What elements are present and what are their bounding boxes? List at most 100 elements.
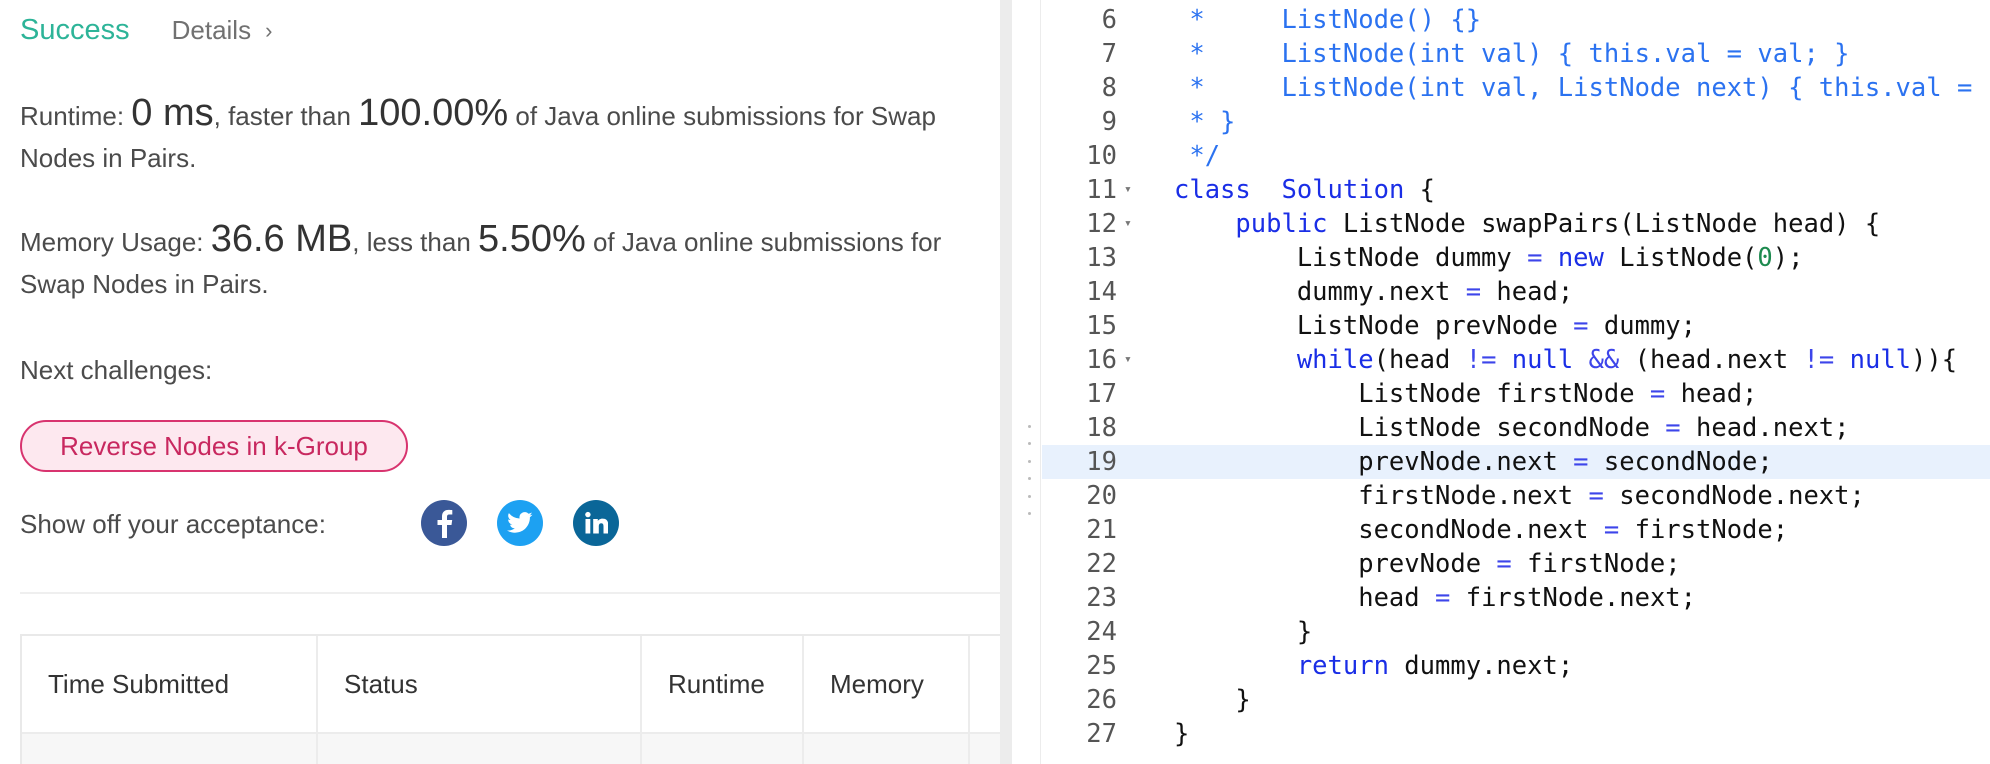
code-line[interactable]: 25 return dummy.next; <box>1042 649 1990 683</box>
line-number: 13 <box>1086 243 1117 273</box>
linkedin-icon[interactable] <box>573 500 619 546</box>
runtime-label: Runtime: <box>20 101 132 131</box>
memory-value: 36.6 MB <box>210 218 353 260</box>
code-line[interactable]: 10 */ <box>1042 139 1990 173</box>
line-number: 24 <box>1086 617 1117 647</box>
code-line[interactable]: 6 * ListNode() {} <box>1042 3 1990 37</box>
code-text: ListNode secondNode = head.next; <box>1174 413 1850 443</box>
code-text: firstNode.next = secondNode.next; <box>1174 481 1865 511</box>
line-number: 23 <box>1086 583 1117 613</box>
drag-handle-icon[interactable] <box>1027 425 1031 515</box>
memory-percent: 5.50% <box>478 218 586 260</box>
runtime-percent: 100.00% <box>358 92 509 134</box>
code-text: secondNode.next = firstNode; <box>1174 515 1789 545</box>
code-text: ListNode firstNode = head; <box>1174 379 1758 409</box>
code-text: } <box>1174 685 1251 715</box>
code-text: prevNode = firstNode; <box>1174 549 1681 579</box>
line-number: 15 <box>1086 311 1117 341</box>
code-line[interactable]: 8 * ListNode(int val, ListNode next) { t… <box>1042 71 1990 105</box>
line-number: 19 <box>1086 447 1117 477</box>
code-text: * ListNode(int val, ListNode next) { thi… <box>1174 73 1973 103</box>
code-line[interactable]: 13 ListNode dummy = new ListNode(0); <box>1042 241 1990 275</box>
memory-stat: Memory Usage: 36.6 MB, less than 5.50% o… <box>20 218 1000 305</box>
code-line[interactable]: 17 ListNode firstNode = head; <box>1042 377 1990 411</box>
next-challenges-label: Next challenges: <box>20 355 213 385</box>
code-text: */ <box>1174 141 1221 171</box>
table-cell <box>318 734 642 764</box>
result-header: Success Details › <box>20 14 272 47</box>
code-text: ListNode dummy = new ListNode(0); <box>1174 243 1804 273</box>
code-line[interactable]: 11 ▾ class Solution { <box>1042 173 1990 207</box>
code-text: * ListNode() {} <box>1174 5 1482 35</box>
code-text: head = firstNode.next; <box>1174 583 1696 613</box>
column-header-time-submitted[interactable]: Time Submitted <box>22 636 318 732</box>
line-number: 8 <box>1101 73 1117 103</box>
code-editor[interactable]: 6 * ListNode() {} 7 * ListNode(int val) {… <box>1042 0 1990 764</box>
table-cell <box>22 734 318 764</box>
code-text: * ListNode(int val) { this.val = val; } <box>1174 39 1850 69</box>
line-number: 6 <box>1101 5 1117 35</box>
details-link[interactable]: Details › <box>172 15 273 46</box>
column-header-runtime[interactable]: Runtime <box>642 636 804 732</box>
code-text: * } <box>1174 107 1236 137</box>
line-number: 21 <box>1086 515 1117 545</box>
code-line[interactable]: 20 firstNode.next = secondNode.next; <box>1042 479 1990 513</box>
line-number: 16 <box>1086 345 1117 375</box>
status-success: Success <box>20 14 130 46</box>
details-label: Details <box>171 15 252 45</box>
fold-arrow-icon[interactable]: ▾ <box>1124 173 1132 207</box>
code-line[interactable]: 24 } <box>1042 615 1990 649</box>
code-text: return dummy.next; <box>1296 651 1574 681</box>
memory-label: Memory Usage: <box>20 227 211 257</box>
section-divider <box>20 592 1000 594</box>
code-text: } <box>1174 617 1313 647</box>
code-line[interactable]: 26 } <box>1042 683 1990 717</box>
table-row[interactable] <box>22 734 1000 764</box>
submission-result-panel: Success Details › Runtime: 0 ms, faster … <box>0 0 1000 764</box>
table-cell <box>804 734 970 764</box>
line-number: 18 <box>1086 413 1117 443</box>
left-panel-scrollbar[interactable] <box>1000 0 1012 764</box>
share-label: Show off your acceptance: <box>20 509 326 539</box>
code-line[interactable]: 12 ▾ public ListNode swapPairs(ListNode h… <box>1042 207 1990 241</box>
line-number: 9 <box>1101 107 1117 137</box>
line-number: 27 <box>1086 719 1117 749</box>
column-header-memory[interactable]: Memory <box>804 636 970 732</box>
runtime-middle: , faster than <box>213 101 359 131</box>
line-number: 25 <box>1086 651 1117 681</box>
code-line[interactable]: 21 secondNode.next = firstNode; <box>1042 513 1990 547</box>
code-line[interactable]: 15 ListNode prevNode = dummy; <box>1042 309 1990 343</box>
line-number: 10 <box>1086 141 1117 171</box>
fold-arrow-icon[interactable]: ▾ <box>1124 343 1132 377</box>
fold-arrow-icon[interactable]: ▾ <box>1124 207 1132 241</box>
code-text: prevNode.next = secondNode; <box>1174 447 1773 477</box>
memory-middle: , less than <box>352 227 478 257</box>
panel-resizer[interactable] <box>1012 0 1042 764</box>
column-header-status[interactable]: Status <box>318 636 642 732</box>
facebook-icon[interactable] <box>421 500 467 546</box>
line-number: 14 <box>1086 277 1117 307</box>
code-text: dummy.next = head; <box>1174 277 1574 307</box>
line-number: 11 <box>1086 175 1117 205</box>
next-challenge-pill[interactable]: Reverse Nodes in k-Group <box>20 420 408 472</box>
table-cell <box>642 734 804 764</box>
code-line[interactable]: 23 head = firstNode.next; <box>1042 581 1990 615</box>
line-number: 7 <box>1101 39 1117 69</box>
runtime-stat: Runtime: 0 ms, faster than 100.00% of Ja… <box>20 92 1000 179</box>
code-text: ListNode prevNode = dummy; <box>1174 311 1696 341</box>
chevron-right-icon: › <box>265 17 273 43</box>
line-number: 26 <box>1086 685 1117 715</box>
code-line[interactable]: 22 prevNode = firstNode; <box>1042 547 1990 581</box>
line-number: 20 <box>1086 481 1117 511</box>
code-line[interactable]: 19 prevNode.next = secondNode; <box>1042 445 1990 479</box>
code-line[interactable]: 7 * ListNode(int val) { this.val = val; … <box>1042 37 1990 71</box>
code-line[interactable]: 14 dummy.next = head; <box>1042 275 1990 309</box>
code-line[interactable]: 18 ListNode secondNode = head.next; <box>1042 411 1990 445</box>
code-text: class Solution { <box>1174 175 1436 205</box>
line-number: 17 <box>1086 379 1117 409</box>
code-line[interactable]: 9 * } <box>1042 105 1990 139</box>
code-text: while(head != null && (head.next != null… <box>1296 345 1958 375</box>
code-line[interactable]: 16 ▾ while(head != null && (head.next != … <box>1042 343 1990 377</box>
twitter-icon[interactable] <box>497 500 543 546</box>
code-line[interactable]: 27} <box>1042 717 1990 751</box>
